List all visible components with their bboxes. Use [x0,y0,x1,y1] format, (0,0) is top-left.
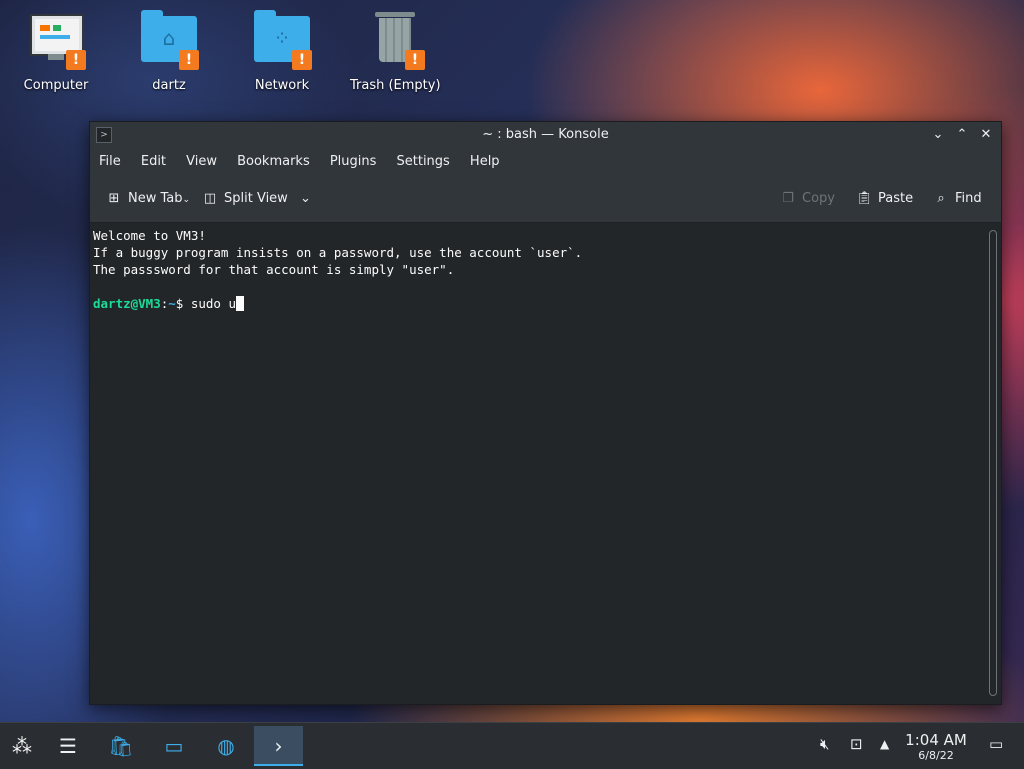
file-manager-task[interactable]: ▭ [154,726,194,766]
search-icon: ⌕ [937,191,945,206]
clock-time: 1:04 AM [905,731,967,749]
taskbar: ⁂ ☰ 🛍︎ ▭ ◍ › 🔇︎ ⊡ ▲ 1:04 AM 6/8/22 ▭ [0,722,1024,769]
maximize-button[interactable]: ⌃ [951,124,973,146]
prompt-path: ~ [168,296,176,311]
folder-icon: ▭ [164,734,184,758]
title-bar[interactable]: > ~ : bash — Konsole ⌄ ⌃ ✕ [90,122,1001,148]
warning-icon: ! [292,50,312,70]
volume-muted-icon[interactable]: 🔇︎ [820,735,829,753]
toolbar: ⊞ New Tab⌄ ◫ Split View ⌄ ❐ Copy 📋︎ Paste ⌕ F… [90,176,1001,223]
desktop-icon-network[interactable]: ⁘ ! Network [237,10,327,93]
chevron-down-icon[interactable]: ⌄ [300,191,311,206]
desktop-icon-label: Network [254,78,310,93]
desktop-icon-label: Trash (Empty) [350,78,441,93]
sliders-icon: ☰ [59,734,77,758]
window-title: ~ : bash — Konsole [482,127,609,142]
terminal-line: The passsword for that account is simply… [93,262,455,277]
paste-label: Paste [878,191,914,206]
browser-task[interactable]: ◍ [206,726,246,766]
copy-label: Copy [802,191,835,206]
warning-icon: ! [179,50,199,70]
discover-task[interactable]: 🛍︎ [101,726,141,766]
terminal-line: If a buggy program insists on a password… [93,245,583,260]
globe-icon: ◍ [217,734,235,758]
new-tab-button[interactable]: ⊞ New Tab⌄ [106,188,191,210]
split-view-label: Split View [224,191,288,206]
desktop-icon-label: dartz [152,78,186,93]
system-settings-task[interactable]: ☰ [48,726,88,766]
prompt-user: dartz@VM3 [93,296,161,311]
find-label: Find [955,191,982,206]
find-button[interactable]: ⌕ Find [933,188,982,210]
clock-date: 6/8/22 [918,749,954,762]
command-input[interactable]: sudo u [191,296,236,311]
application-launcher-button[interactable]: ⁂ [2,726,42,766]
new-tab-icon: ⊞ [108,191,120,206]
split-view-button[interactable]: ◫ Split View ⌄ [202,188,311,210]
store-icon: 🛍︎ [108,734,134,758]
chevron-down-icon: ⌄ [182,195,191,205]
menu-plugins[interactable]: Plugins [330,148,377,169]
menu-view[interactable]: View [186,148,217,169]
tray-expand-icon[interactable]: ▲ [880,737,889,751]
chevron-down-icon: ⌄ [932,127,944,142]
desktop-icon-home[interactable]: ⌂ ! dartz [124,10,214,93]
clock[interactable]: 1:04 AM 6/8/22 [900,731,972,762]
launcher-icon: ⁂ [12,734,32,758]
konsole-window: > ~ : bash — Konsole ⌄ ⌃ ✕ File Edit Vie… [89,121,1002,705]
menu-bar: File Edit View Bookmarks Plugins Setting… [90,148,1001,176]
desktop-icon-label: Computer [23,78,89,93]
warning-icon: ! [66,50,86,70]
prompt-dollar: $ [175,296,191,311]
desktop-icon-computer[interactable]: ! Computer [11,10,101,93]
menu-bookmarks[interactable]: Bookmarks [237,148,310,169]
close-icon: ✕ [980,127,992,142]
paste-icon: 📋︎ [856,191,873,206]
terminal-icon: › [274,734,283,758]
menu-help[interactable]: Help [470,148,500,169]
terminal-line: Welcome to VM3! [93,228,206,243]
split-view-icon: ◫ [203,191,217,206]
copy-icon: ❐ [782,191,794,206]
close-button[interactable]: ✕ [975,124,997,146]
computer-icon: ! [26,10,86,70]
trash-icon: ! [365,10,425,70]
warning-icon: ! [405,50,425,70]
paste-button[interactable]: 📋︎ Paste [856,188,913,210]
desktop-icon-trash[interactable]: ! Trash (Empty) [350,10,441,93]
terminal-prompt-line: dartz@VM3:~$ sudo u [93,295,983,312]
menu-edit[interactable]: Edit [141,148,166,169]
menu-file[interactable]: File [99,148,121,169]
network-folder-icon: ⁘ ! [252,10,312,70]
terminal-view[interactable]: Welcome to VM3! If a buggy program insis… [90,223,983,703]
terminal-scrollbar[interactable] [989,230,997,696]
minimize-button[interactable]: ⌄ [927,124,949,146]
network-icon[interactable]: ⊡ [850,735,863,753]
home-folder-icon: ⌂ ! [139,10,199,70]
konsole-task[interactable]: › [254,726,303,766]
show-desktop-icon[interactable]: ▭ [989,735,1003,753]
copy-button[interactable]: ❐ Copy [780,188,835,210]
text-cursor [236,296,245,311]
chevron-up-icon: ⌃ [956,127,968,142]
new-tab-label: New Tab [128,191,183,206]
menu-settings[interactable]: Settings [397,148,450,169]
